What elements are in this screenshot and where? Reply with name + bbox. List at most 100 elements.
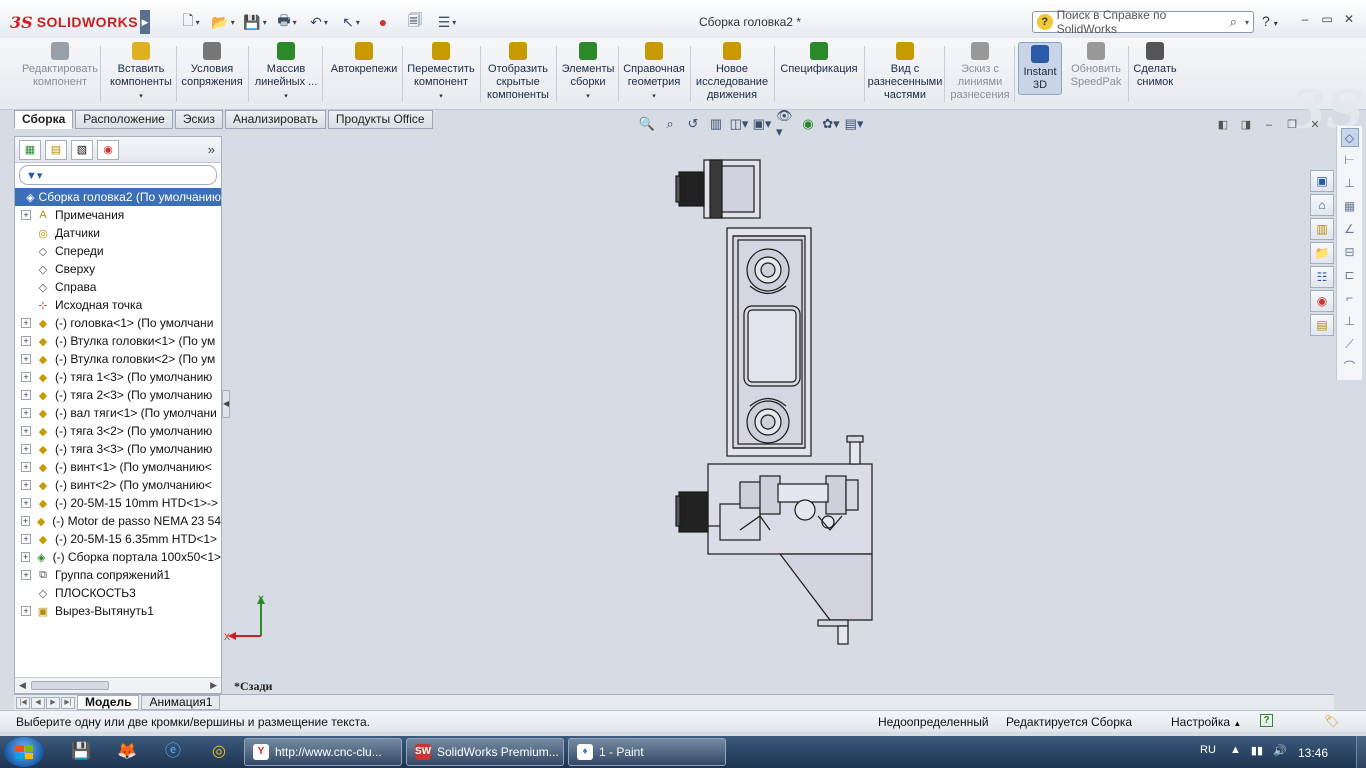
network-icon[interactable]: ▮▮ <box>1251 744 1263 757</box>
expand-plus-icon[interactable]: + <box>21 606 31 616</box>
custom-properties-icon[interactable]: ▤ <box>1310 314 1334 336</box>
viewport-close-icon[interactable]: ✕ <box>1308 118 1322 132</box>
sketch-tool-icon[interactable]: ⌐ <box>1341 289 1359 308</box>
help-search-input[interactable]: ? Поиск в Справке по SolidWorks ⌕ ▾ <box>1032 8 1254 36</box>
tree-node[interactable]: + ◆ (-) тяга 3<2> (По умолчанию <box>15 422 221 440</box>
tree-node[interactable]: + ◆ (-) Втулка головки<1> (По ум <box>15 332 221 350</box>
zoom-to-fit-icon[interactable]: 🔍 <box>638 116 656 132</box>
solidworks-logo[interactable]: 3S SOLIDWORKS <box>10 10 140 34</box>
smart-dimension-icon[interactable]: ◇ <box>1340 128 1359 147</box>
next-tab-icon[interactable]: ▶ <box>46 696 60 709</box>
tree-node[interactable]: ◎ Датчики <box>15 224 221 242</box>
cmd-take-snapshot-button[interactable]: Сделать снимок <box>1130 42 1180 89</box>
tree-node[interactable]: + ◆ (-) 20-5M-15 10mm HTD<1>-> <box>15 494 221 512</box>
expand-plus-icon[interactable]: + <box>21 336 31 346</box>
file-explorer-icon[interactable]: ▥ <box>1310 218 1334 240</box>
tab-3[interactable]: Анализировать <box>224 110 326 129</box>
tree-node[interactable]: + ◆ (-) тяга 3<3> (По умолчанию <box>15 440 221 458</box>
cmd-smart-fasteners-button[interactable]: Автокрепежи <box>328 42 400 76</box>
minimize-icon[interactable]: – <box>1298 12 1312 26</box>
expand-plus-icon[interactable]: + <box>21 516 31 526</box>
save-button[interactable]: 💾 ▾ <box>242 12 268 32</box>
tab-0[interactable]: Сборка <box>14 110 74 129</box>
view-orientation-icon[interactable]: ◫▾ <box>730 116 749 132</box>
clock[interactable]: 13:46 <box>1298 746 1328 760</box>
taskbar-task-0[interactable]: Yhttp://www.cnc-clu... <box>244 738 402 766</box>
cmd-motion-study-button[interactable]: Новое исследование движения <box>694 42 770 102</box>
volume-icon[interactable]: 🔊 <box>1273 744 1287 757</box>
tree-node[interactable]: + A Примечания <box>15 206 221 224</box>
tree-node[interactable]: + ◆ (-) винт<2> (По умолчанию< <box>15 476 221 494</box>
display-manager-tab-icon[interactable]: ◉ <box>97 139 119 160</box>
cmd-explode-line-sketch-button[interactable]: Эскиз с линиями разнесения <box>948 42 1012 102</box>
head-body[interactable] <box>675 435 873 645</box>
section-view-icon[interactable]: ▥ <box>707 116 725 132</box>
chrome-icon[interactable]: ◎ <box>206 740 232 764</box>
close-icon[interactable]: ✕ <box>1342 12 1356 26</box>
split-horizontal-icon[interactable]: ◧ <box>1216 118 1230 132</box>
tree-node[interactable]: + ◆ (-) Motor de passo NEMA 23 54 <box>15 512 221 530</box>
panel-collapse-handle[interactable]: ◀ <box>222 390 230 418</box>
cmd-update-speedpak-button[interactable]: Обновить SpeedPak <box>1066 42 1126 89</box>
file-properties-button[interactable]: 🗐 <box>402 12 428 32</box>
folder-icon[interactable]: 📁 <box>1310 242 1334 264</box>
model-tab-0[interactable]: Модель <box>77 695 140 710</box>
tree-node[interactable]: + ◆ (-) винт<1> (По умолчанию< <box>15 458 221 476</box>
angle-dimension-icon[interactable]: ∠ <box>1341 220 1359 239</box>
tree-node[interactable]: + ◆ (-) 20-5M-15 6.35mm HTD<1> <box>15 530 221 548</box>
tree-filter-input[interactable]: ▼▾ <box>19 165 217 185</box>
save-pinned-icon[interactable]: 💾 <box>68 740 94 764</box>
tree-node[interactable]: + ◆ (-) тяга 1<3> (По умолчанию <box>15 368 221 386</box>
scroll-right-icon[interactable]: ▶ <box>210 680 217 691</box>
internet-explorer-icon[interactable]: ⓔ <box>160 740 186 764</box>
cmd-linear-pattern-button[interactable]: Массив линейных ... ▾ <box>252 42 320 103</box>
scroll-left-icon[interactable]: ◀ <box>19 680 26 691</box>
expand-plus-icon[interactable]: + <box>21 390 31 400</box>
chevron-down-icon[interactable]: ▾ <box>652 90 656 103</box>
taskbar-task-2[interactable]: ♦ 1 - Paint <box>568 738 726 766</box>
previous-view-icon[interactable]: ↺ <box>684 116 702 132</box>
help-menu-button[interactable]: ? ▾ <box>1262 13 1278 29</box>
tree-root-assembly[interactable]: ◈ Сборка головка2 (По умолчанию <box>15 188 221 206</box>
expand-plus-icon[interactable]: + <box>21 354 31 364</box>
hide-show-items-icon[interactable]: 👁▾ <box>776 108 794 139</box>
stepper-motor-top[interactable] <box>675 159 761 219</box>
tree-node[interactable]: + ◆ (-) тяга 2<3> (По умолчанию <box>15 386 221 404</box>
language-indicator[interactable]: RU <box>1200 744 1216 756</box>
search-dropdown-icon[interactable]: ▾ <box>1245 18 1249 27</box>
arc-length-icon[interactable]: ⌒ <box>1341 358 1359 377</box>
tree-horizontal-scrollbar[interactable]: ◀ ▶ <box>15 677 221 693</box>
view-palette-icon[interactable]: ☷ <box>1310 266 1334 288</box>
menu-expand-arrow-icon[interactable]: ▶ <box>140 10 150 34</box>
tree-node[interactable]: ◇ ПЛОСКОСТЬ3 <box>15 584 221 602</box>
expand-plus-icon[interactable]: + <box>21 210 31 220</box>
scroll-thumb[interactable] <box>31 681 109 690</box>
model-tab-1[interactable]: Анимация1 <box>141 695 221 710</box>
cmd-show-hidden-button[interactable]: Отобразить скрытые компоненты <box>484 42 552 102</box>
tree-node[interactable]: + ◆ (-) головка<1> (По умолчани <box>15 314 221 332</box>
units-settings-button[interactable]: Настройка ▲ <box>1171 715 1241 729</box>
rebuild-traffic-light-icon[interactable]: ● <box>370 12 396 32</box>
datum-icon[interactable]: ⊥ <box>1341 312 1359 331</box>
show-desktop-button[interactable] <box>1356 736 1366 768</box>
expand-plus-icon[interactable]: + <box>21 534 31 544</box>
expand-plus-icon[interactable]: + <box>21 570 31 580</box>
tree-node[interactable]: ◇ Спереди <box>15 242 221 260</box>
chamfer-dimension-icon[interactable]: ⟋ <box>1341 335 1359 354</box>
expand-plus-icon[interactable]: + <box>21 498 31 508</box>
tab-1[interactable]: Расположение <box>75 110 173 129</box>
cmd-move-component-button[interactable]: Переместить компонент ▾ <box>406 42 476 103</box>
carriage-plate[interactable] <box>726 227 812 457</box>
feature-tree-tab-icon[interactable]: ▦ <box>19 139 41 160</box>
open-button[interactable]: 📂 ▾ <box>210 12 236 32</box>
chevron-down-icon[interactable]: ▾ <box>139 90 143 103</box>
horizontal-dimension-icon[interactable]: ⊢ <box>1341 151 1359 170</box>
zoom-to-area-icon[interactable]: ⌕ <box>661 116 679 132</box>
design-library-icon[interactable]: ⌂ <box>1310 194 1334 216</box>
baseline-dimension-icon[interactable]: ⊏ <box>1341 266 1359 285</box>
firefox-icon[interactable]: 🦊 <box>114 740 140 764</box>
start-button[interactable] <box>4 737 44 767</box>
prev-tab-icon[interactable]: ◀ <box>31 696 45 709</box>
tree-node[interactable]: + ▣ Вырез-Вытянуть1 <box>15 602 221 620</box>
viewport-minimize-icon[interactable]: – <box>1262 118 1276 132</box>
